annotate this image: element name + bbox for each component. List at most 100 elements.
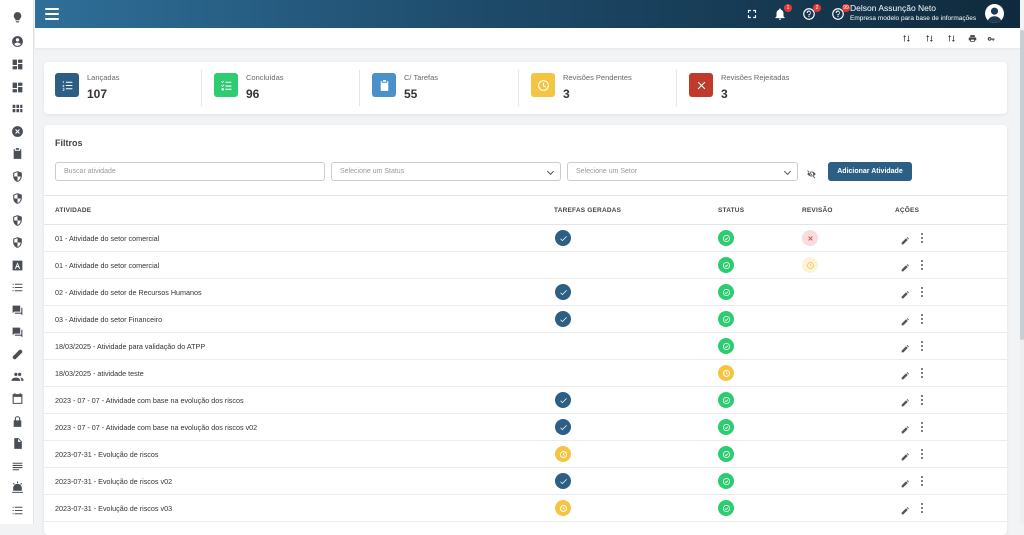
table-row[interactable]: 18/03/2025 - Atividade para validação do… xyxy=(44,333,1007,360)
table-row[interactable]: 02 - Atividade do setor de Recursos Huma… xyxy=(44,279,1007,306)
edit-icon[interactable] xyxy=(900,449,910,461)
stat-value: 3 xyxy=(721,87,728,101)
more-vertical-icon[interactable] xyxy=(920,314,924,324)
stat-divider xyxy=(359,70,360,106)
status-done-icon xyxy=(718,392,734,408)
eye-off-icon[interactable] xyxy=(806,166,818,179)
key-icon[interactable] xyxy=(985,32,997,44)
text-icon[interactable] xyxy=(10,459,24,473)
edit-icon[interactable] xyxy=(900,233,910,245)
font-icon[interactable] xyxy=(10,258,24,272)
activity-name: 01 - Atividade do setor comercial xyxy=(55,261,160,270)
edit-icon[interactable] xyxy=(900,503,910,515)
table-row[interactable]: 03 - Atividade do setor Financeiro xyxy=(44,306,1007,333)
bell-icon[interactable]: 1 xyxy=(773,4,792,21)
activity-name: 2023 - 07 - 07 - Atividade com base na e… xyxy=(55,396,244,405)
list-icon[interactable] xyxy=(10,280,24,294)
notification-badge: 1 xyxy=(784,4,792,12)
shield-icon[interactable] xyxy=(10,213,24,227)
shield-icon[interactable] xyxy=(10,169,24,183)
task-pending-icon xyxy=(555,500,571,516)
shield-icon[interactable] xyxy=(10,191,24,205)
stat-item: C/ Tarefas 55 xyxy=(372,71,522,105)
bandage-icon[interactable] xyxy=(10,347,24,361)
table-row[interactable]: 2023-07-31 - Evolução de riscos xyxy=(44,441,1007,468)
header-status[interactable]: STATUS xyxy=(718,207,744,214)
more-vertical-icon[interactable] xyxy=(920,368,924,378)
dashboard-icon[interactable] xyxy=(10,80,24,94)
activity-name: 2023 - 07 - 07 - Atividade com base na e… xyxy=(55,423,258,432)
forum-icon[interactable] xyxy=(10,325,24,339)
edit-icon[interactable] xyxy=(900,476,910,488)
sector-select[interactable]: Selecione um Setor xyxy=(567,162,798,181)
calendar-icon[interactable] xyxy=(10,391,24,405)
table-row[interactable]: 2023 - 07 - 07 - Atividade com base na e… xyxy=(44,414,1007,441)
user-name[interactable]: Delson Assunção Neto xyxy=(850,3,936,13)
table-row[interactable]: 2023 - 07 - 07 - Atividade com base na e… xyxy=(44,387,1007,414)
help-circle-icon[interactable]: 99 xyxy=(831,4,850,21)
edit-icon[interactable] xyxy=(900,395,910,407)
edit-icon[interactable] xyxy=(900,287,910,299)
stat-item: Revisões Rejeitadas 3 xyxy=(689,71,839,105)
close-circle-icon[interactable] xyxy=(10,124,24,138)
file-icon[interactable] xyxy=(10,436,24,450)
activity-name: 18/03/2025 - Atividade para validação do… xyxy=(55,342,206,351)
stat-label: Concluídas xyxy=(246,73,284,82)
edit-icon[interactable] xyxy=(900,368,910,380)
clipboard-icon[interactable] xyxy=(10,146,24,160)
more-vertical-icon[interactable] xyxy=(920,422,924,432)
lightbulb-icon[interactable] xyxy=(10,10,24,24)
more-vertical-icon[interactable] xyxy=(920,476,924,486)
more-vertical-icon[interactable] xyxy=(920,233,924,243)
status-pending-icon xyxy=(718,365,734,381)
people-icon[interactable] xyxy=(10,369,24,383)
account-icon[interactable] xyxy=(10,34,24,48)
forum-icon[interactable] xyxy=(10,303,24,317)
table-row[interactable]: 2023-07-31 - Evolução de riscos v02 xyxy=(44,468,1007,495)
user-company: Empresa modelo para base de informações xyxy=(850,15,977,22)
scrollbar-thumb[interactable] xyxy=(1020,30,1024,340)
stat-item: Concluídas 96 xyxy=(214,71,364,105)
edit-icon[interactable] xyxy=(900,314,910,326)
sort-icon[interactable] xyxy=(900,32,912,44)
fullscreen-icon[interactable] xyxy=(745,7,759,21)
sort-icon[interactable] xyxy=(945,32,957,44)
table-row[interactable]: 2023-07-31 - Evolução de riscos v03 xyxy=(44,495,1007,522)
more-vertical-icon[interactable] xyxy=(920,341,924,351)
status-done-icon xyxy=(718,419,734,435)
toolbar xyxy=(35,28,1020,48)
help-circle-icon[interactable]: 2 xyxy=(802,4,821,21)
print-icon[interactable] xyxy=(966,32,978,44)
more-vertical-icon[interactable] xyxy=(920,260,924,270)
avatar[interactable] xyxy=(985,4,1004,23)
grid-icon[interactable] xyxy=(10,101,24,115)
table-row[interactable]: 01 - Atividade do setor comercial xyxy=(44,252,1007,279)
activity-name: 2023-07-31 - Evolução de riscos v03 xyxy=(55,504,173,513)
table-row[interactable]: 18/03/2025 - atividade teste xyxy=(44,360,1007,387)
status-select[interactable]: Selecione um Status xyxy=(331,162,561,181)
shield-icon[interactable] xyxy=(10,235,24,249)
add-activity-button[interactable]: Adicionar Atividade xyxy=(828,162,912,181)
more-vertical-icon[interactable] xyxy=(920,287,924,297)
header-tasks[interactable]: TAREFAS GERADAS xyxy=(554,207,621,214)
list-icon[interactable] xyxy=(10,503,24,517)
status-done-icon xyxy=(718,446,734,462)
header-review[interactable]: REVISÃO xyxy=(802,207,833,214)
menu-icon[interactable] xyxy=(45,8,59,20)
search-input[interactable]: Buscar atividade xyxy=(55,162,325,181)
more-vertical-icon[interactable] xyxy=(920,503,924,513)
status-done-icon xyxy=(718,473,734,489)
header-activity[interactable]: ATIVIDADE xyxy=(55,207,91,214)
lock-icon[interactable] xyxy=(10,414,24,428)
more-vertical-icon[interactable] xyxy=(920,449,924,459)
alarm-icon[interactable] xyxy=(10,480,24,494)
more-vertical-icon[interactable] xyxy=(920,395,924,405)
stat-divider xyxy=(676,70,677,106)
status-done-icon xyxy=(718,500,734,516)
sort-icon[interactable] xyxy=(923,32,935,44)
edit-icon[interactable] xyxy=(900,341,910,353)
edit-icon[interactable] xyxy=(900,260,910,272)
table-row[interactable]: 01 - Atividade do setor comercial xyxy=(44,225,1007,252)
dashboard-icon[interactable] xyxy=(10,57,24,71)
edit-icon[interactable] xyxy=(900,422,910,434)
